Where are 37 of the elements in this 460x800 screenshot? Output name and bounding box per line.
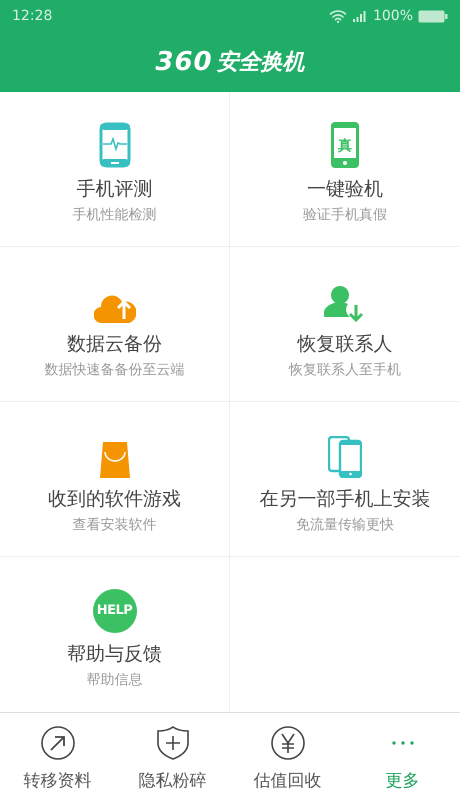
- shopping-bag-icon: [100, 442, 130, 478]
- signal-icon: [352, 10, 368, 22]
- tile-subtitle: 帮助信息: [86, 670, 142, 689]
- tile-subtitle: 恢复联系人至手机: [289, 360, 401, 379]
- tile-subtitle: 手机性能检测: [72, 206, 156, 224]
- tile-title: 在另一部手机上安装: [260, 486, 430, 512]
- nav-tab[interactable]: 隐私粉碎: [115, 713, 230, 800]
- tile-title: 一键验机: [307, 176, 383, 202]
- phone-pulse-icon: [98, 122, 130, 168]
- tile-subtitle: 验证手机真假: [303, 206, 387, 224]
- help-icon: HELP: [92, 588, 136, 633]
- status-time: 12:28: [12, 8, 52, 24]
- feature-tile[interactable]: 数据云备份 数据快速备备份至云端: [0, 246, 230, 402]
- tile-title: 收到的软件游戏: [48, 486, 181, 512]
- yen-circle-icon: [270, 725, 306, 762]
- shield-icon: [156, 725, 190, 762]
- tile-subtitle: 数据快速备备份至云端: [44, 360, 184, 379]
- feature-tile[interactable]: 手机评测 手机性能检测: [0, 92, 230, 247]
- tile-title: 恢复联系人: [298, 332, 392, 357]
- feature-tile[interactable]: 收到的软件游戏 查看安装软件: [0, 402, 230, 557]
- app-title: 安全换机: [216, 48, 305, 77]
- tile-subtitle: 查看安装软件: [72, 516, 156, 534]
- nav-tab[interactable]: 估值回收: [230, 713, 345, 800]
- two-phones-icon: [328, 436, 362, 478]
- battery-icon: [418, 10, 448, 22]
- wifi-icon: [328, 9, 347, 23]
- tile-title: 手机评测: [76, 176, 152, 202]
- phone-label: 真: [338, 138, 352, 154]
- tile-title: 帮助与反馈: [67, 642, 162, 667]
- tile-title: 数据云备份: [67, 332, 162, 357]
- battery-percent: 100%: [372, 8, 413, 24]
- contact-download-icon: [324, 284, 366, 323]
- app-logo: 360: [155, 46, 213, 77]
- tile-subtitle: 免流量传输更快: [296, 516, 394, 534]
- arrow-circle-icon: [40, 725, 76, 762]
- more-icon: [392, 741, 414, 746]
- nav-tab[interactable]: 转移资料: [0, 713, 115, 800]
